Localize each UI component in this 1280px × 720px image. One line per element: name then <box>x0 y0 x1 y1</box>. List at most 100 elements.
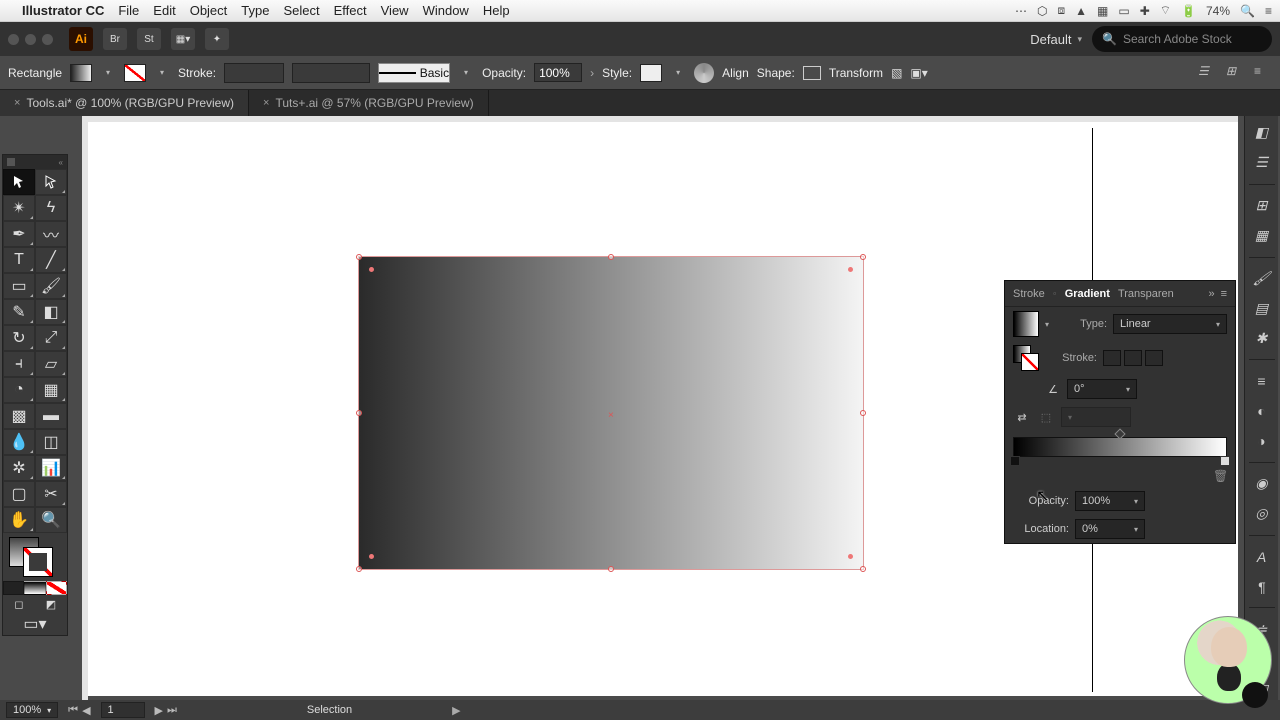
tab-transparency[interactable]: Transparen <box>1118 288 1174 300</box>
variable-width-input[interactable] <box>292 63 370 83</box>
tab-stroke[interactable]: Stroke <box>1013 288 1045 300</box>
align-label[interactable]: Align <box>722 66 749 80</box>
stop-opacity-input[interactable]: 100% <box>1075 491 1145 511</box>
mesh-tool[interactable]: ▩ <box>3 403 35 429</box>
blend-tool[interactable]: ◫ <box>35 429 67 455</box>
selected-rectangle[interactable]: × <box>358 256 864 570</box>
draw-normal-icon[interactable]: ◻ <box>3 595 35 613</box>
app-name[interactable]: Illustrator CC <box>22 3 104 18</box>
bridge-button[interactable]: Br <box>103 28 127 50</box>
scale-tool[interactable]: ⤢ <box>35 325 67 351</box>
menu-type[interactable]: Type <box>241 3 269 18</box>
menu-object[interactable]: Object <box>190 3 228 18</box>
isolate-icon[interactable]: ▧ <box>891 66 902 80</box>
resize-handle[interactable] <box>860 566 866 572</box>
panel-menu-icon[interactable]: ≡ <box>1254 64 1272 82</box>
type-tool[interactable]: T <box>3 247 35 273</box>
stroke-weight-input[interactable] <box>224 63 284 83</box>
screen-mode-button[interactable]: ▭▾ <box>3 613 67 635</box>
recolor-icon[interactable] <box>694 63 714 83</box>
gradient-tool[interactable]: ▬ <box>35 403 67 429</box>
corner-widget[interactable] <box>848 267 853 272</box>
gradient-stop[interactable] <box>1010 456 1020 466</box>
lasso-tool[interactable]: ϟ <box>35 195 67 221</box>
gradient-stop[interactable] <box>1220 456 1230 466</box>
menu-view[interactable]: View <box>381 3 409 18</box>
opacity-input[interactable]: 100% <box>534 63 582 82</box>
stroke-box[interactable] <box>23 547 53 577</box>
next-artboard-icon[interactable]: ▶ <box>155 704 163 717</box>
calendar-icon[interactable]: ▭ <box>1118 4 1129 18</box>
gradient-slider[interactable] <box>1013 437 1227 457</box>
paragraph-icon[interactable]: ¶ <box>1251 576 1273 598</box>
stroke-gradient-options[interactable] <box>1103 350 1163 366</box>
eyedropper-tool[interactable]: 💧 <box>3 429 35 455</box>
menu-edit[interactable]: Edit <box>153 3 175 18</box>
gradient-icon[interactable]: ◐ <box>1251 400 1273 422</box>
resize-handle[interactable] <box>608 254 614 260</box>
menu-effect[interactable]: Effect <box>334 3 367 18</box>
perspective-tool[interactable]: ▦ <box>35 377 67 403</box>
align-to-icon[interactable]: ▣▾ <box>910 66 927 80</box>
collapse-icon[interactable]: » <box>1208 288 1214 300</box>
document-tab[interactable]: ×Tools.ai* @ 100% (RGB/GPU Preview) <box>0 90 249 116</box>
search-stock-field[interactable]: 🔍 Search Adobe Stock <box>1092 26 1272 52</box>
resize-handle[interactable] <box>356 254 362 260</box>
stock-button[interactable]: St <box>137 28 161 50</box>
stroke-icon[interactable]: ≡ <box>1251 370 1273 392</box>
chevron-right-icon[interactable]: › <box>590 66 594 80</box>
artboard-number-input[interactable]: 1 <box>101 702 145 718</box>
fill-dropdown[interactable]: ▾ <box>100 68 116 77</box>
stroke-swatch[interactable] <box>124 64 146 82</box>
menu-select[interactable]: Select <box>283 3 319 18</box>
document-tab[interactable]: ×Tuts+.ai @ 57% (RGB/GPU Preview) <box>249 90 489 116</box>
paintbrush-tool[interactable]: 🖌 <box>35 273 67 299</box>
width-tool[interactable]: ⫞ <box>3 351 35 377</box>
draw-behind-icon[interactable]: ◩ <box>35 595 67 613</box>
reverse-gradient-icon[interactable]: ⇄ <box>1013 411 1031 424</box>
arrange-docs-button[interactable]: ▦▾ <box>171 28 195 50</box>
shaper-tool[interactable]: ✎ <box>3 299 35 325</box>
selection-tool[interactable] <box>3 169 35 195</box>
plus-icon[interactable]: ✚ <box>1140 4 1150 18</box>
eraser-tool[interactable]: ◧ <box>35 299 67 325</box>
wifi-icon[interactable]: ⌔ <box>1160 3 1171 18</box>
menu-help[interactable]: Help <box>483 3 510 18</box>
menu-file[interactable]: File <box>118 3 139 18</box>
layers-icon[interactable]: ☰ <box>1251 152 1273 174</box>
resize-handle[interactable] <box>860 254 866 260</box>
resize-handle[interactable] <box>356 566 362 572</box>
slice-tool[interactable]: ✂ <box>35 481 67 507</box>
graphic-styles-icon[interactable]: ◎ <box>1251 503 1273 525</box>
battery-icon[interactable]: 🔋 <box>1181 4 1196 18</box>
swatches-icon[interactable]: ▤ <box>1251 297 1273 319</box>
prev-artboard-icon[interactable]: ◀ <box>82 704 90 717</box>
list-icon[interactable]: ☰ <box>1198 64 1216 82</box>
rectangle-tool[interactable]: ▭ <box>3 273 35 299</box>
graphic-style-swatch[interactable] <box>640 64 662 82</box>
last-artboard-icon[interactable]: ⏭ <box>167 704 177 717</box>
line-tool[interactable]: ╱ <box>35 247 67 273</box>
gradient-fill-stroke-toggle[interactable] <box>1013 345 1039 371</box>
corner-widget[interactable] <box>369 554 374 559</box>
direct-selection-tool[interactable] <box>35 169 67 195</box>
character-icon[interactable]: A <box>1251 546 1273 568</box>
pen-tool[interactable]: ✒ <box>3 221 35 247</box>
properties-icon[interactable]: ◧ <box>1251 122 1273 144</box>
color-mode-row[interactable] <box>3 581 67 595</box>
transparency-icon[interactable]: ◑ <box>1251 430 1273 452</box>
panel-grip[interactable]: « <box>3 155 67 169</box>
close-tab-icon[interactable]: × <box>263 97 269 109</box>
asset-export-icon[interactable]: ▦ <box>1251 225 1273 247</box>
grid-icon[interactable]: ▦ <box>1097 4 1108 18</box>
workspace-switcher[interactable]: Default <box>1030 32 1082 47</box>
first-artboard-icon[interactable]: ⏮ <box>68 704 78 717</box>
resize-handle[interactable] <box>860 410 866 416</box>
fill-swatch[interactable] <box>70 64 92 82</box>
panel-menu-icon[interactable]: ≡ <box>1221 288 1227 300</box>
resize-handle[interactable] <box>356 410 362 416</box>
gpu-button[interactable]: ✦ <box>205 28 229 50</box>
brush-definition[interactable]: Basic <box>378 63 450 83</box>
tab-gradient[interactable]: Gradient <box>1065 288 1110 300</box>
shape-builder-tool[interactable]: ◔ <box>3 377 35 403</box>
